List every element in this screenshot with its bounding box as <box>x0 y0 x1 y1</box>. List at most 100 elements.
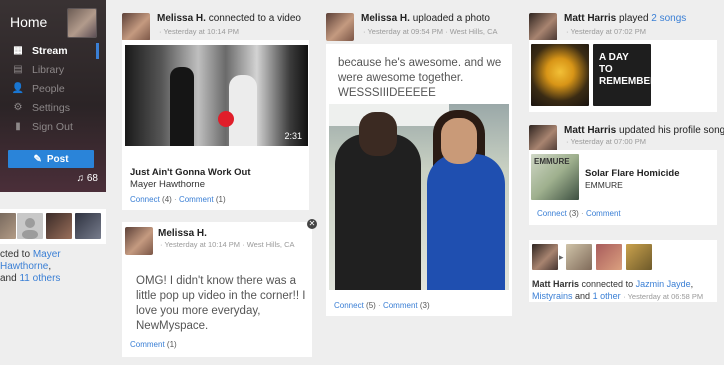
and-text: and <box>575 291 591 301</box>
timestamp-text: Yesterday at 10:14 PM <box>163 27 240 36</box>
song-artist[interactable]: EMMURE <box>585 180 623 190</box>
sidebar-item-people[interactable]: 👤 People <box>0 79 106 98</box>
status-text: OMG! I didn't know there was a little po… <box>136 275 306 332</box>
separator: · <box>174 195 177 204</box>
uploaded-photo[interactable] <box>329 104 509 290</box>
page-title[interactable]: Home <box>10 14 47 30</box>
video-frame <box>125 45 308 146</box>
timestamp-text: Yesterday at 06:58 PM <box>627 292 704 301</box>
video-title[interactable]: Just Ain't Gonna Work Out <box>130 167 250 178</box>
album-cover[interactable] <box>531 44 589 106</box>
user-name[interactable]: Melissa H. <box>157 13 206 24</box>
video-artist[interactable]: Mayer Hawthorne <box>130 179 205 190</box>
album-cover[interactable]: A DAY TO REMEMBER <box>593 44 657 106</box>
friend-thumb[interactable] <box>532 244 558 270</box>
card-header-text: Matt Harris played 2 songs <box>564 13 686 24</box>
sidebar-item-stream[interactable]: ▦ Stream <box>0 41 106 60</box>
friend-thumb[interactable] <box>626 244 652 270</box>
profile-song-card: EMMURE Solar Flare Homicide EMMURE Conne… <box>529 150 717 225</box>
user-name[interactable]: Melissa H. <box>158 228 207 239</box>
library-icon: ▤ <box>13 64 23 75</box>
friend-thumb[interactable] <box>75 213 101 239</box>
card-header-text: Matt Harris updated his profile song <box>564 125 724 136</box>
connect-link[interactable]: Connect <box>334 301 364 310</box>
timestamp: · Yesterday at 10:14 PM <box>159 27 240 36</box>
sidebar-header: Home <box>0 0 106 44</box>
gear-icon: ⚙ <box>13 102 23 113</box>
song-title[interactable]: Solar Flare Homicide <box>585 168 680 179</box>
sidebar-item-label: Library <box>32 63 65 76</box>
user-name[interactable]: Matt Harris <box>564 125 616 136</box>
user-name[interactable]: Matt Harris <box>532 279 579 289</box>
music-count[interactable]: ♫ 68 <box>77 173 98 184</box>
separator: · <box>581 209 584 218</box>
comma: , <box>48 261 52 272</box>
comment-link[interactable]: Comment <box>586 209 621 218</box>
video-figure <box>170 67 194 146</box>
comment-link[interactable]: Comment <box>130 340 165 349</box>
comment-count: (3) <box>419 301 430 310</box>
post-button[interactable]: ✎ Post <box>8 150 94 168</box>
timestamp-text: Yesterday at 09:54 PM <box>367 27 444 36</box>
photo-person <box>335 134 421 290</box>
avatar[interactable] <box>326 13 354 41</box>
music-note-icon: ♫ <box>76 173 85 184</box>
activity-text: connected to <box>581 279 634 289</box>
user-name[interactable]: Matt Harris <box>564 13 616 24</box>
user-name[interactable]: Melissa H. <box>361 13 410 24</box>
sidebar-item-settings[interactable]: ⚙ Settings <box>0 98 106 117</box>
status-card: ✕ Melissa H. · Yesterday at 10:14 PM · W… <box>122 219 317 357</box>
sidebar-item-label: Sign Out <box>32 120 73 133</box>
card-header-text: Melissa H. uploaded a photo <box>361 13 490 24</box>
sidebar-item-library[interactable]: ▤ Library <box>0 60 106 79</box>
friend-thumb[interactable] <box>0 213 16 239</box>
friend-thumb[interactable] <box>566 244 592 270</box>
avatar[interactable] <box>529 125 557 153</box>
connect-count: (3) <box>569 209 579 218</box>
connect-link[interactable]: Connect <box>537 209 567 218</box>
friend-thumb[interactable] <box>46 213 72 239</box>
friends-strip <box>0 209 106 244</box>
arrow-icon: ▸ <box>559 252 564 262</box>
connection-link[interactable]: Jazmin Jayde <box>636 279 691 289</box>
timestamp-text: Yesterday at 07:02 PM <box>570 27 647 36</box>
video-player[interactable]: 2:31 <box>125 45 308 146</box>
sidebar-nav: ▦ Stream ▤ Library 👤 People ⚙ Settings ▮… <box>0 41 106 136</box>
timestamp-text: Yesterday at 07:00 PM <box>570 137 647 146</box>
avatar[interactable] <box>122 13 150 41</box>
video-figure <box>229 75 257 146</box>
others-link[interactable]: 11 others <box>19 273 60 284</box>
avatar[interactable] <box>125 227 153 255</box>
connection-link[interactable]: 1 other <box>593 291 621 301</box>
connection-link[interactable]: Mistyrains <box>532 291 573 301</box>
signout-icon: ▮ <box>15 121 21 132</box>
location-text: West Hills, CA <box>449 27 498 36</box>
comment-link[interactable]: Comment <box>383 301 418 310</box>
friend-thumb[interactable] <box>596 244 622 270</box>
songs-link[interactable]: 2 songs <box>651 13 686 24</box>
sidebar-item-label: People <box>32 82 65 95</box>
card-actions: Connect (3) · Comment <box>537 209 621 218</box>
separator: · <box>378 301 381 310</box>
comment-link[interactable]: Comment <box>179 195 214 204</box>
photo-card: because he's awesome. and we were awesom… <box>326 44 512 316</box>
sidebar-item-signout[interactable]: ▮ Sign Out <box>0 117 106 136</box>
close-icon[interactable]: ✕ <box>307 219 317 229</box>
activity-text: uploaded a photo <box>412 13 490 24</box>
music-count-value: 68 <box>86 173 98 184</box>
sidebar: Home ▦ Stream ▤ Library 👤 People ⚙ Setti… <box>0 0 106 192</box>
video-card: 2:31 Just Ain't Gonna Work Out Mayer Haw… <box>122 40 309 210</box>
and-text: and <box>0 273 17 284</box>
avatar[interactable] <box>529 13 557 41</box>
connect-link[interactable]: Connect <box>130 195 160 204</box>
timestamp: · Yesterday at 07:02 PM <box>566 27 647 36</box>
comment-count: (1) <box>215 195 226 204</box>
album-cover[interactable]: EMMURE <box>531 154 579 200</box>
activity-text: updated his profile song <box>619 125 724 136</box>
friend-thumb-placeholder[interactable] <box>17 213 43 239</box>
comment-count: (1) <box>166 340 177 349</box>
timestamp: · Yesterday at 07:00 PM <box>566 137 647 146</box>
timestamp: · Yesterday at 10:14 PM · West Hills, CA <box>160 240 295 249</box>
album-cover-text: A DAY TO REMEMBER <box>599 52 658 87</box>
avatar[interactable] <box>67 8 97 38</box>
